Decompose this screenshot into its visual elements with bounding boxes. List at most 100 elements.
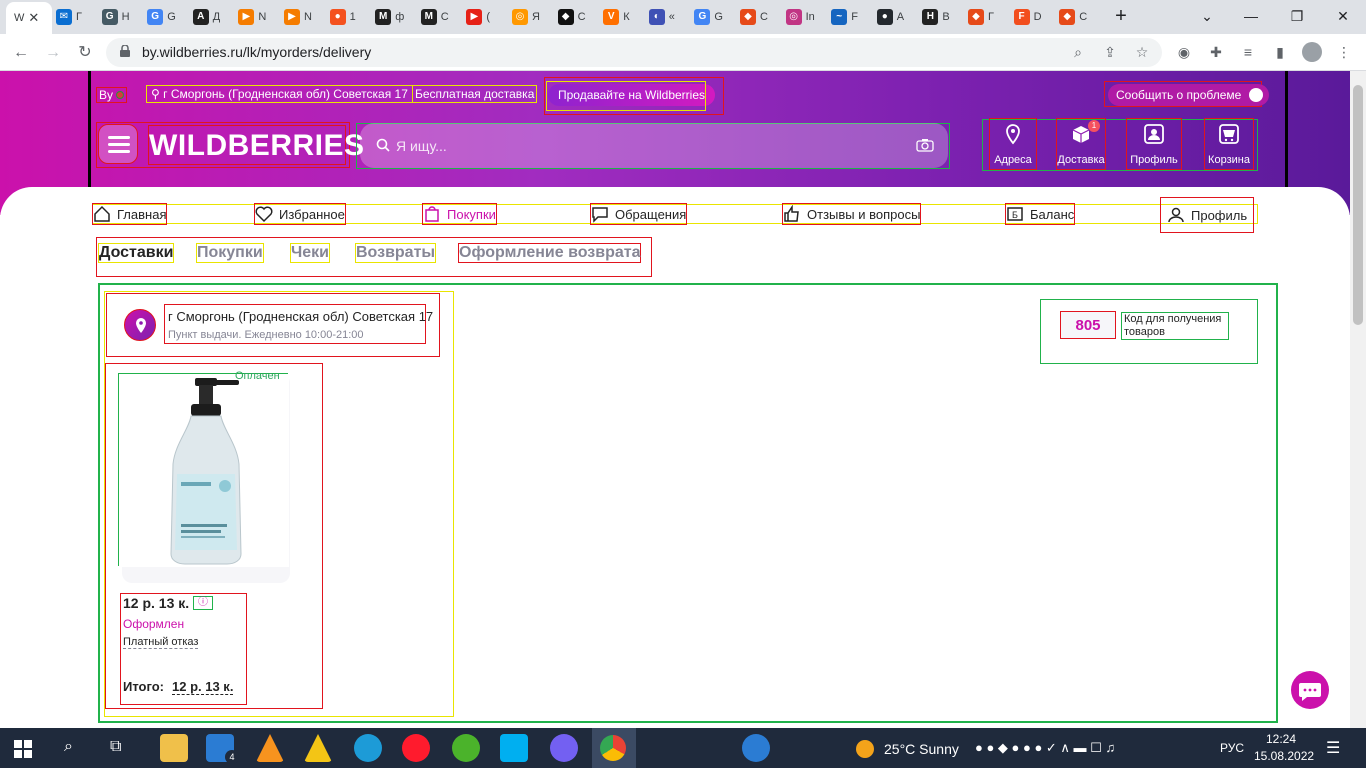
bookmark-star-icon[interactable]: ☆ xyxy=(1132,42,1152,62)
reload-button[interactable]: ↻ xyxy=(72,40,98,66)
tab-receipts[interactable]: Чеки xyxy=(290,243,330,263)
menu-label: Покупки xyxy=(447,206,496,222)
menu-favorites[interactable]: Избранное xyxy=(254,203,346,225)
browser-tab[interactable]: ● A xyxy=(876,4,904,30)
free-delivery-link[interactable]: Бесплатная доставка xyxy=(412,85,538,103)
menu-icon[interactable]: ⋮ xyxy=(1334,42,1354,62)
support-chat-button[interactable] xyxy=(1291,671,1329,709)
search-icon[interactable]: ⌕ xyxy=(64,738,73,756)
header-action-addresses[interactable]: Адреса xyxy=(989,118,1037,170)
windows-start-icon[interactable] xyxy=(14,740,32,758)
back-button[interactable]: ← xyxy=(8,40,34,66)
lock-icon xyxy=(120,45,130,57)
browser-tab[interactable]: VК xyxy=(603,4,630,30)
wildberries-logo[interactable]: WILDBERRIES xyxy=(148,125,364,165)
side-panel-icon[interactable]: ▮ xyxy=(1270,42,1290,62)
close-tab-icon[interactable]: ✕ xyxy=(28,10,39,26)
skype-icon[interactable] xyxy=(500,734,528,762)
menu-profile[interactable]: Профиль xyxy=(1160,197,1255,233)
menu-label: Баланс xyxy=(1030,206,1075,222)
header-action-cart[interactable]: Корзина xyxy=(1204,118,1254,170)
weather-text[interactable]: 25°C Sunny xyxy=(884,741,959,757)
clock-date[interactable]: 15.08.2022 xyxy=(1254,749,1314,763)
avatar[interactable] xyxy=(1302,42,1322,62)
browser-tab[interactable]: MС xyxy=(420,4,449,30)
tab-purchases[interactable]: Покупки xyxy=(196,243,264,263)
share-icon[interactable]: ⇪ xyxy=(1100,42,1120,62)
browser-tab[interactable]: ▶( xyxy=(466,4,490,30)
puzzle-icon[interactable]: ✚ xyxy=(1206,42,1226,62)
header-action-profile[interactable]: Профиль xyxy=(1126,118,1182,170)
viber-icon[interactable] xyxy=(550,734,578,762)
country-selector[interactable]: By xyxy=(96,87,128,103)
browser-tab[interactable]: GG xyxy=(147,4,176,30)
item-status: Оформлен xyxy=(123,617,185,631)
browser-tab[interactable]: ◆ Г xyxy=(968,4,994,30)
tab-deliveries[interactable]: Доставки xyxy=(98,243,175,263)
browser-tab[interactable]: GG xyxy=(694,4,723,30)
edge-icon[interactable] xyxy=(354,734,382,762)
file-explorer-icon[interactable] xyxy=(160,734,188,762)
tab-returns[interactable]: Возвраты xyxy=(355,243,437,263)
browser-tab[interactable]: ◐ « xyxy=(648,4,675,30)
language-indicator[interactable]: РУС xyxy=(1220,741,1244,755)
minimize-button[interactable]: — xyxy=(1240,5,1262,27)
browser-tab[interactable]: AД xyxy=(192,4,220,30)
utorrent-icon[interactable] xyxy=(452,734,480,762)
pickup-hours: Пункт выдачи. Ежедневно 10:00-21:00 xyxy=(168,329,364,341)
tab-return-request[interactable]: Оформление возврата xyxy=(458,243,642,263)
menu-tickets[interactable]: Обращения xyxy=(590,203,688,225)
paid-refusal-link[interactable]: Платный отказ xyxy=(123,636,199,649)
header-action-delivery[interactable]: 1 Доставка xyxy=(1056,118,1106,170)
browser-tab[interactable]: ~ F xyxy=(831,4,858,30)
notifications-icon[interactable]: ☰ xyxy=(1326,738,1340,758)
flag-icon xyxy=(116,91,125,99)
clock-time[interactable]: 12:24 xyxy=(1266,732,1296,746)
browser-tab[interactable]: ✉ Г xyxy=(56,4,82,30)
menu-reviews[interactable]: Отзывы и вопросы xyxy=(782,203,922,225)
camera-icon[interactable] xyxy=(916,138,934,152)
mail-icon[interactable]: 4 xyxy=(206,734,239,764)
tray-icons[interactable]: ● ● ◆ ● ● ● ✓ ∧ ▬ ☐ ♫ xyxy=(975,740,1115,756)
page-scrollbar[interactable] xyxy=(1350,71,1366,728)
new-tab-button[interactable]: + xyxy=(1110,5,1132,27)
info-icon[interactable]: ⓘ xyxy=(193,596,213,610)
tab-favicon-icon: ✉ xyxy=(56,9,72,25)
zoom-icon[interactable]: ⌕ xyxy=(1068,42,1088,62)
browser-tab[interactable]: ◎ Я xyxy=(512,4,540,30)
vlc-icon[interactable] xyxy=(256,734,284,762)
media-icon[interactable]: ≡ xyxy=(1238,42,1258,62)
tab-search-icon[interactable]: ⌄ xyxy=(1196,5,1218,27)
report-problem-button[interactable]: Сообщить о проблеме xyxy=(1108,84,1270,106)
menu-purchases[interactable]: Покупки xyxy=(422,203,497,225)
browser-tab[interactable]: HВ xyxy=(922,4,950,30)
browser-tab[interactable]: FD xyxy=(1013,4,1042,30)
tab-favicon-icon: G xyxy=(147,9,164,25)
browser-tab[interactable]: ◎ In xyxy=(785,4,815,30)
help-icon[interactable] xyxy=(742,734,770,762)
browser-tab[interactable]: ● 1 xyxy=(329,4,356,30)
browser-tab[interactable]: ▶ N xyxy=(284,4,312,30)
browser-tab[interactable]: ▶ N xyxy=(238,4,266,30)
maximize-button[interactable]: ❐ xyxy=(1286,5,1308,27)
extension-icon[interactable]: ◉ xyxy=(1174,42,1194,62)
opera-icon[interactable] xyxy=(402,734,430,762)
address-bar[interactable]: by.wildberries.ru/lk/myorders/delivery ⌕… xyxy=(106,38,1162,67)
archiver-icon[interactable] xyxy=(304,734,332,762)
chrome-taskbar-button[interactable] xyxy=(592,728,636,768)
forward-button[interactable]: → xyxy=(40,40,66,66)
browser-tab[interactable]: GН xyxy=(101,4,130,30)
menu-balance[interactable]: Б Баланс xyxy=(1005,203,1076,225)
browser-tab[interactable]: Mф xyxy=(375,4,404,30)
close-window-button[interactable]: ✕ xyxy=(1332,5,1354,27)
tab-active[interactable]: W ✕ xyxy=(6,2,52,34)
browser-tab[interactable]: ◆ С xyxy=(740,4,768,30)
search-input[interactable] xyxy=(396,123,896,168)
address-selector[interactable]: ⚲ г Сморгонь (Гродненская обл) Советская… xyxy=(146,85,413,103)
browser-tab[interactable]: ◆ С xyxy=(1059,4,1087,30)
task-view-icon[interactable]: ⧉ xyxy=(110,738,121,756)
product-image[interactable] xyxy=(118,373,289,567)
menu-home[interactable]: Главная xyxy=(92,203,168,225)
browser-tab[interactable]: ◆ С xyxy=(557,4,586,30)
scrollbar-thumb[interactable] xyxy=(1353,85,1363,325)
